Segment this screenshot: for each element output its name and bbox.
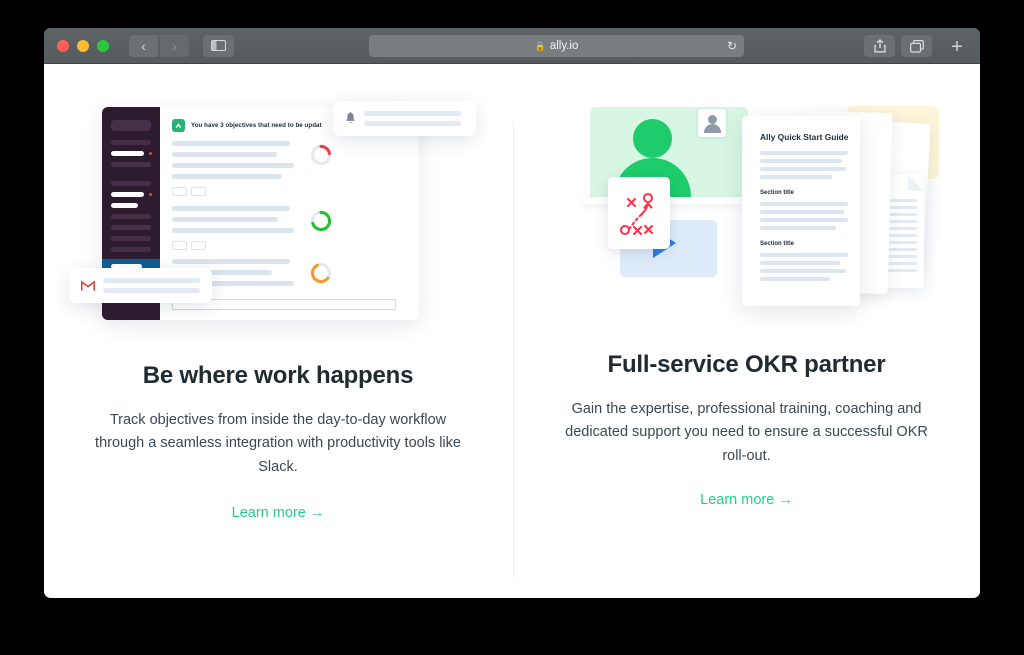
placeholder-line (103, 288, 200, 293)
notification-card-lines (364, 111, 461, 126)
forward-button[interactable]: › (160, 34, 189, 57)
sidebar-workspace-header (111, 120, 151, 131)
window-controls (57, 39, 109, 52)
minimize-window-button[interactable] (77, 39, 89, 52)
sidebar-toggle-button[interactable] (203, 34, 234, 57)
gmail-card-lines (103, 278, 200, 293)
zoom-window-button[interactable] (97, 39, 109, 52)
sidebar-row (111, 181, 151, 186)
navigation-buttons: ‹ › (129, 34, 189, 57)
gmail-card (69, 268, 212, 303)
document-section-title: Section title (760, 190, 795, 196)
placeholder-line (760, 253, 848, 257)
quick-start-guide-document: Ally Quick Start Guide Section title Sec… (742, 116, 860, 306)
close-window-button[interactable] (57, 39, 69, 52)
placeholder-chip (172, 187, 187, 196)
sidebar-row-active-white (111, 151, 144, 156)
placeholder-line (172, 217, 278, 222)
sidebar-row (111, 214, 151, 219)
placeholder-line (760, 159, 842, 163)
browser-window: ‹ › 🔒 ally.io ↻ + You have 3 objectives … (44, 28, 980, 598)
avatar (698, 109, 726, 137)
feature-column-full-service-okr-partner: Ally Quick Start Guide Section title Sec… (513, 64, 980, 598)
page-viewport: You have 3 objectives that need to be up… (44, 64, 980, 598)
share-button[interactable] (864, 35, 895, 57)
placeholder-line (760, 151, 848, 155)
lock-icon: 🔒 (534, 40, 546, 51)
placeholder-line (760, 210, 844, 214)
sidebar-row (111, 236, 151, 241)
feature-headline: Full-service OKR partner (607, 351, 886, 378)
document-section-title: Section title (760, 241, 795, 247)
placeholder-chip (191, 241, 206, 250)
placeholder-line (172, 206, 290, 211)
placeholder-line (760, 218, 848, 222)
illustration-okr-services: Ally Quick Start Guide Section title Sec… (513, 100, 980, 335)
placeholder-chip (191, 187, 206, 196)
sidebar-unread-dot (149, 152, 152, 155)
placeholder-line (760, 261, 840, 265)
placeholder-line (172, 174, 282, 179)
placeholder-line (760, 175, 832, 179)
slack-icon (172, 119, 185, 132)
sidebar-icon (211, 40, 226, 51)
document-title: Ally Quick Start Guide (760, 132, 849, 142)
sidebar-unread-dot (149, 193, 152, 196)
placeholder-line (172, 259, 290, 264)
feature-columns: You have 3 objectives that need to be up… (44, 64, 980, 598)
learn-more-link[interactable]: Learn more → (700, 492, 793, 508)
avatar-icon (708, 115, 717, 124)
new-tab-button[interactable]: + (942, 32, 972, 62)
placeholder-line (364, 111, 461, 116)
sidebar-row-active-white (111, 192, 144, 197)
avatar-body (704, 124, 721, 133)
placeholder-line (760, 277, 830, 281)
placeholder-chip (172, 241, 187, 250)
person-silhouette-icon (633, 119, 672, 158)
address-bar[interactable]: 🔒 ally.io ↻ (369, 35, 744, 57)
tabs-icon (909, 39, 924, 53)
placeholder-line (760, 269, 846, 273)
app-notification-text: You have 3 objectives that need to be up… (191, 122, 322, 129)
url-text: ally.io (549, 40, 579, 52)
illustration-slack-integration: You have 3 objectives that need to be up… (44, 100, 512, 335)
notification-card (333, 101, 476, 136)
bell-icon (346, 112, 355, 123)
strategy-card (608, 177, 670, 249)
show-tabs-button[interactable] (901, 35, 932, 57)
placeholder-line (172, 163, 294, 168)
placeholder-line (172, 152, 277, 157)
placeholder-line (172, 141, 290, 146)
placeholder-line (760, 226, 836, 230)
gmail-icon (81, 279, 95, 291)
placeholder-line (172, 228, 294, 233)
feature-headline: Be where work happens (142, 362, 414, 389)
placeholder-line (364, 121, 461, 126)
sidebar-row (111, 247, 151, 252)
feature-text-block: Full-service OKR partner Gain the expert… (513, 351, 980, 509)
progress-ring-1 (310, 144, 332, 166)
feature-column-be-where-work-happens: You have 3 objectives that need to be up… (44, 64, 512, 598)
sidebar-row (111, 225, 151, 230)
back-button[interactable]: ‹ (129, 34, 158, 57)
learn-more-link[interactable]: Learn more → (232, 505, 325, 521)
toolbar-right-actions (864, 35, 932, 57)
browser-toolbar: ‹ › 🔒 ally.io ↻ + (44, 28, 980, 64)
placeholder-line (760, 202, 848, 206)
sidebar-row (111, 162, 151, 167)
progress-ring-3 (310, 262, 332, 284)
placeholder-line (760, 167, 846, 171)
sidebar-row-white (111, 203, 138, 208)
reload-button[interactable]: ↻ (727, 40, 737, 52)
share-icon (873, 39, 886, 53)
placeholder-line (103, 278, 200, 283)
collage-stage: Ally Quick Start Guide Section title Sec… (578, 100, 958, 315)
strategy-playbook-icon (619, 192, 654, 236)
screen: ‹ › 🔒 ally.io ↻ + You have 3 objectives … (0, 0, 1024, 655)
progress-ring-2 (310, 210, 332, 232)
feature-body: Track objectives from inside the day-to-… (95, 412, 461, 475)
feature-text-block: Be where work happens Track objectives f… (44, 362, 512, 522)
feature-body: Gain the expertise, professional trainin… (565, 401, 928, 464)
sidebar-row (111, 140, 151, 145)
